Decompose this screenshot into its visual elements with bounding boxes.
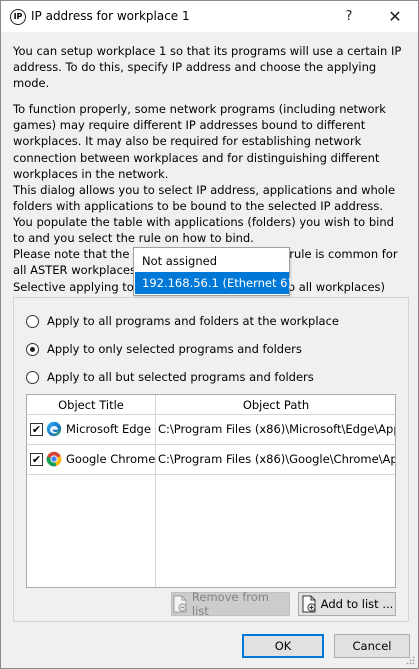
description-intro: You can setup workplace 1 so that its pr…: [13, 44, 402, 91]
dialog-window: IP IP address for workplace 1 ? ✕ You ca…: [0, 0, 419, 669]
description-dialog: This dialog allows you to select IP addr…: [13, 182, 396, 213]
radio-apply-all-but-selected-label: Apply to all but selected programs and f…: [47, 370, 314, 384]
window-title: IP address for workplace 1: [31, 9, 190, 23]
radio-apply-selected-label: Apply to only selected programs and fold…: [47, 342, 302, 356]
edge-icon: [46, 421, 62, 437]
add-to-list-label: Add to list ...: [320, 597, 394, 611]
dropdown-option-not-assigned[interactable]: Not assigned: [135, 250, 289, 272]
remove-from-list-button[interactable]: Remove from list: [171, 590, 290, 618]
row-title: Microsoft Edge: [66, 422, 151, 436]
ip-address-dropdown[interactable]: Not assigned 192.168.56.1 (Ethernet 6): [133, 247, 292, 296]
row-path: C:\Program Files (x86)\Microsoft\Edge\Ap…: [158, 422, 395, 436]
selective-label-head: Selective applying to sp: [13, 280, 151, 294]
radio-apply-all-but-selected[interactable]: Apply to all but selected programs and f…: [26, 370, 314, 384]
table-header: Object Title Object Path: [27, 395, 395, 415]
cancel-button[interactable]: Cancel: [334, 634, 410, 658]
column-object-title[interactable]: Object Title: [27, 398, 155, 412]
description-network: To function properly, some network progr…: [13, 102, 386, 181]
title-bar: IP IP address for workplace 1 ? ✕: [1, 1, 418, 32]
ok-button[interactable]: OK: [242, 634, 324, 658]
dropdown-option-ip[interactable]: 192.168.56.1 (Ethernet 6): [135, 272, 292, 294]
remove-document-icon: [173, 595, 187, 613]
objects-table[interactable]: Object Title Object Path ✔ Microsoft Edg…: [26, 394, 396, 588]
row-path: C:\Program Files (x86)\Google\Chrome\App…: [158, 452, 395, 466]
ip-app-icon: IP: [10, 9, 26, 25]
cancel-label: Cancel: [352, 639, 392, 653]
help-button[interactable]: ?: [326, 1, 372, 32]
radio-apply-selected-control[interactable]: [26, 342, 39, 356]
table-row[interactable]: ✔ Google Chrome C:\Program Files (x86)\G…: [27, 445, 395, 475]
description-populate: You populate the table with applications…: [13, 214, 394, 246]
radio-apply-all[interactable]: Apply to all programs and folders at the…: [26, 314, 339, 328]
radio-apply-all-but-selected-control[interactable]: [26, 370, 39, 384]
description-text: You can setup workplace 1 so that its pr…: [13, 43, 409, 278]
row-checkbox[interactable]: ✔: [30, 423, 43, 436]
chrome-icon: [46, 451, 62, 467]
add-to-list-button[interactable]: Add to list ...: [298, 592, 396, 616]
row-checkbox[interactable]: ✔: [30, 453, 43, 466]
remove-from-list-label: Remove from list: [191, 590, 269, 618]
row-title: Google Chrome: [66, 452, 156, 466]
ok-label: OK: [274, 639, 292, 653]
table-row[interactable]: ✔ Microsoft Edge C:\Program Files (x86)\…: [27, 415, 395, 445]
applying-mode-group: Apply to all programs and folders at the…: [13, 297, 409, 622]
column-object-path[interactable]: Object Path: [156, 398, 395, 412]
radio-apply-all-label: Apply to all programs and folders at the…: [47, 314, 339, 328]
radio-apply-selected[interactable]: Apply to only selected programs and fold…: [26, 342, 302, 356]
selective-applying-label: Selective applying to sp o all workplace…: [13, 280, 385, 294]
add-document-icon: [302, 595, 316, 613]
radio-apply-all-control[interactable]: [26, 314, 39, 328]
selective-label-tail: o all workplaces): [288, 280, 386, 294]
close-button[interactable]: ✕: [372, 1, 418, 32]
resize-grip-icon[interactable]: [405, 655, 415, 665]
